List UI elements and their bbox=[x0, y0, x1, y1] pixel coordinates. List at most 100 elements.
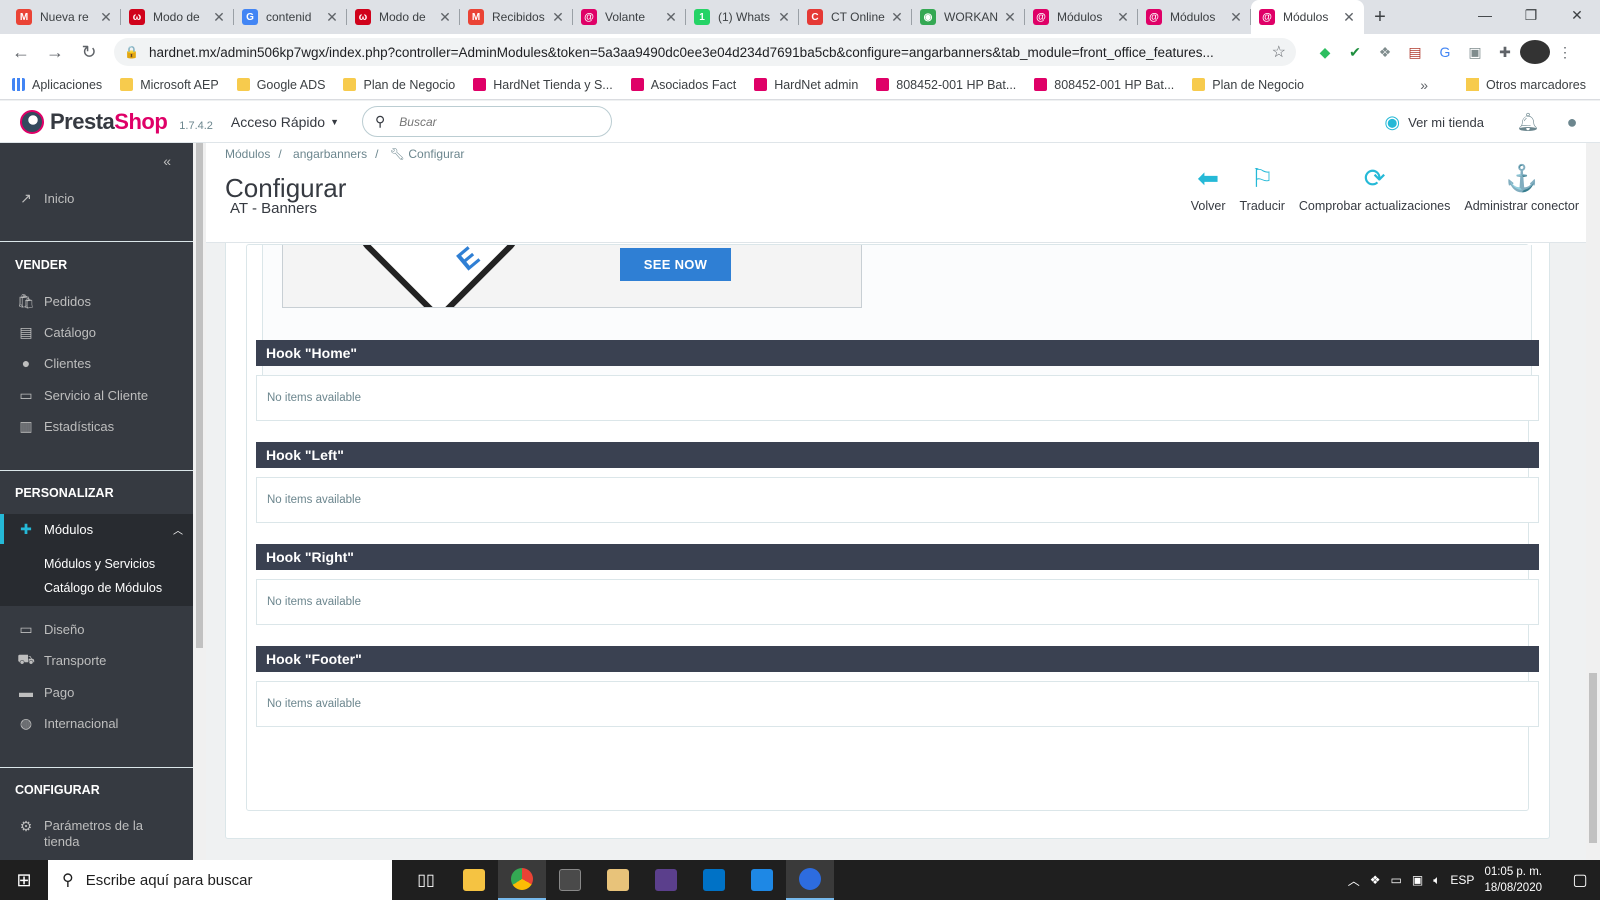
scrollbar-thumb[interactable] bbox=[1589, 673, 1597, 843]
sidebar-subitem-catalogo-modulos[interactable]: Catálogo de Módulos bbox=[0, 576, 193, 600]
url-field[interactable]: 🔒 hardnet.mx/admin506kp7wgx/index.php?co… bbox=[114, 38, 1296, 66]
browser-tab[interactable]: ◉ WORKAN ✕ bbox=[912, 0, 1025, 34]
sidebar-item-servicio[interactable]: ▭ Servicio al Cliente bbox=[0, 381, 193, 409]
maximize-icon[interactable]: ❐ bbox=[1508, 0, 1554, 30]
view-shop-link[interactable]: ◉ Ver mi tienda bbox=[1384, 112, 1484, 133]
back-icon[interactable]: ← bbox=[4, 35, 38, 69]
bell-icon[interactable]: 🔔︎ bbox=[1506, 112, 1550, 133]
browser-tab[interactable]: ω Modo de ✕ bbox=[347, 0, 460, 34]
menu-kebab-icon[interactable]: ⋮ bbox=[1550, 40, 1580, 64]
calculator-icon[interactable] bbox=[546, 860, 594, 900]
back-button[interactable]: ⬅ Volver bbox=[1184, 161, 1233, 213]
files-app-icon[interactable] bbox=[594, 860, 642, 900]
close-tab-icon[interactable]: ✕ bbox=[664, 9, 678, 26]
other-bookmarks[interactable]: Otros marcadores bbox=[1465, 78, 1586, 92]
puzzle-icon[interactable]: ✚ bbox=[1490, 40, 1520, 64]
breadcrumb-modulos[interactable]: Módulos bbox=[225, 147, 270, 161]
close-tab-icon[interactable]: ✕ bbox=[1342, 9, 1356, 26]
browser-tab[interactable]: @ Módulos ✕ bbox=[1025, 0, 1138, 34]
taskbar-search[interactable]: ⚲ Escribe aquí para buscar bbox=[48, 860, 392, 900]
sidebar-item-catalogo[interactable]: ▤ Catálogo bbox=[0, 318, 193, 346]
close-tab-icon[interactable]: ✕ bbox=[99, 9, 113, 26]
network-icon[interactable]: ▣ bbox=[1412, 873, 1423, 887]
sidebar-item-parametros[interactable]: ⚙ Parámetros de la tienda bbox=[0, 812, 193, 852]
mail-icon[interactable] bbox=[738, 860, 786, 900]
bookmark-item[interactable]: Plan de Negocio bbox=[343, 78, 455, 92]
close-tab-icon[interactable]: ✕ bbox=[1229, 9, 1243, 26]
close-tab-icon[interactable]: ✕ bbox=[1116, 9, 1130, 26]
pdf-icon[interactable]: ▤ bbox=[1400, 40, 1430, 64]
bookmark-item[interactable]: Microsoft AEP bbox=[120, 78, 219, 92]
close-tab-icon[interactable]: ✕ bbox=[777, 9, 791, 26]
app-circle-icon[interactable] bbox=[786, 860, 834, 900]
sidebar-item-estadisticas[interactable]: ▥ Estadísticas bbox=[0, 412, 193, 440]
notification-icon[interactable]: ▢ bbox=[1560, 870, 1600, 890]
task-view-icon[interactable]: ▯▯ bbox=[402, 860, 450, 900]
sidebar-item-pago[interactable]: ▬ Pago bbox=[0, 678, 193, 706]
volume-icon[interactable]: 🔈︎ bbox=[1433, 873, 1440, 888]
sidebar-subitem-modulos-servicios[interactable]: Módulos y Servicios bbox=[0, 552, 193, 576]
file-explorer-icon[interactable] bbox=[450, 860, 498, 900]
bookmark-item[interactable]: Asociados Fact bbox=[630, 78, 736, 92]
close-tab-icon[interactable]: ✕ bbox=[1003, 9, 1017, 26]
bookmark-item[interactable]: Aplicaciones bbox=[12, 78, 102, 92]
bookmark-item[interactable]: 808452-001 HP Bat... bbox=[876, 78, 1016, 92]
reload-icon[interactable]: ↻ bbox=[72, 35, 106, 69]
see-now-button[interactable]: SEE NOW bbox=[620, 248, 731, 281]
prestashop-logo[interactable]: PrestaShop 1.7.4.2 bbox=[20, 109, 213, 135]
minimize-icon[interactable]: — bbox=[1462, 0, 1508, 30]
sidebar-item-diseno[interactable]: ▭ Diseño bbox=[0, 615, 193, 643]
language-indicator[interactable]: ESP bbox=[1450, 873, 1474, 887]
bookmark-item[interactable]: Plan de Negocio bbox=[1192, 78, 1304, 92]
browser-tab[interactable]: C CT Online ✕ bbox=[799, 0, 912, 34]
close-tab-icon[interactable]: ✕ bbox=[890, 9, 904, 26]
outlook-icon[interactable] bbox=[690, 860, 738, 900]
sidebar-item-inicio[interactable]: ↗ Inicio bbox=[0, 184, 193, 212]
new-tab-button[interactable]: + bbox=[1364, 0, 1396, 34]
sidebar-scrollbar[interactable] bbox=[193, 143, 206, 860]
breadcrumb-module[interactable]: angarbanners bbox=[293, 147, 367, 161]
bookmark-item[interactable]: HardNet admin bbox=[754, 78, 858, 92]
browser-tab[interactable]: @ Volante ✕ bbox=[573, 0, 686, 34]
close-tab-icon[interactable]: ✕ bbox=[551, 9, 565, 26]
sidebar-item-modulos[interactable]: ✚ Módulos ︿ bbox=[0, 514, 193, 544]
account-icon[interactable]: ● bbox=[1550, 112, 1594, 133]
check-updates-button[interactable]: ⟳ Comprobar actualizaciones bbox=[1292, 161, 1457, 213]
collapse-sidebar-icon[interactable]: « bbox=[163, 153, 171, 169]
search-input[interactable] bbox=[399, 114, 580, 129]
checkmark-icon[interactable]: ✔ bbox=[1340, 40, 1370, 64]
bookmarks-overflow-icon[interactable]: » bbox=[1420, 77, 1428, 93]
chevron-up-icon[interactable]: ︿ bbox=[1348, 872, 1360, 889]
browser-tab[interactable]: Gcontenid ✕ bbox=[234, 0, 347, 34]
scrollbar-thumb[interactable] bbox=[196, 143, 203, 648]
search-icon[interactable]: ⚲ bbox=[375, 113, 385, 130]
battery-icon[interactable]: ▭ bbox=[1391, 873, 1402, 887]
manage-hooks-button[interactable]: ⚓ Administrar conector bbox=[1457, 161, 1586, 213]
close-tab-icon[interactable]: ✕ bbox=[438, 9, 452, 26]
profile-avatar[interactable] bbox=[1520, 40, 1550, 64]
bookmark-item[interactable]: 808452-001 HP Bat... bbox=[1034, 78, 1174, 92]
browser-tab[interactable]: ω Modo de ✕ bbox=[121, 0, 234, 34]
sidebar-item-transporte[interactable]: ⛟ Transporte bbox=[0, 646, 193, 674]
sidebar-item-internacional[interactable]: ◍ Internacional bbox=[0, 709, 193, 737]
browser-tab[interactable]: @ Módulos ✕ bbox=[1138, 0, 1251, 34]
translate-button[interactable]: ⚐ Traducir bbox=[1233, 161, 1292, 213]
dropbox-tray-icon[interactable]: ❖ bbox=[1370, 873, 1381, 887]
browser-tab[interactable]: @ Módulos ✕ bbox=[1251, 0, 1364, 34]
translate-icon[interactable]: G bbox=[1430, 40, 1460, 64]
browser-tab[interactable]: 1 (1) Whats ✕ bbox=[686, 0, 799, 34]
close-window-icon[interactable]: ✕ bbox=[1554, 0, 1600, 30]
dropbox-icon[interactable]: ❖ bbox=[1370, 40, 1400, 64]
page-scrollbar[interactable] bbox=[1586, 143, 1600, 860]
browser-tab[interactable]: M Nueva re ✕ bbox=[8, 0, 121, 34]
browser-tab[interactable]: M Recibidos ✕ bbox=[460, 0, 573, 34]
quick-access-dropdown[interactable]: Acceso Rápido ▼ bbox=[231, 114, 339, 130]
bookmark-item[interactable]: Google ADS bbox=[236, 78, 325, 92]
bookmark-star-icon[interactable]: ☆ bbox=[1272, 42, 1286, 62]
evernote-icon[interactable]: ◆ bbox=[1310, 40, 1340, 64]
close-tab-icon[interactable]: ✕ bbox=[325, 9, 339, 26]
forward-icon[interactable]: → bbox=[38, 35, 72, 69]
extension-box-icon[interactable]: ▣ bbox=[1460, 40, 1490, 64]
system-clock[interactable]: 01:05 p. m. 18/08/2020 bbox=[1484, 864, 1542, 896]
jw-app-icon[interactable] bbox=[642, 860, 690, 900]
